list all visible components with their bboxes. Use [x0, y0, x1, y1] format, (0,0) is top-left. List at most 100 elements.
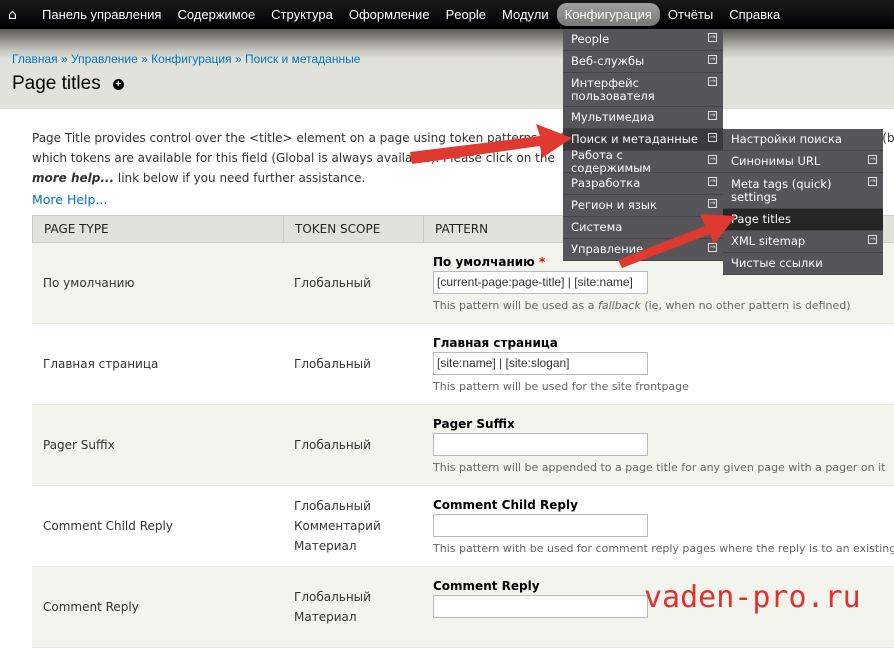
expand-arrow-icon: →: [708, 55, 717, 64]
menu-item-label: People: [571, 32, 610, 46]
toolbar-dashboard[interactable]: Панель управления: [34, 3, 169, 26]
token-scope: Глобальный: [294, 357, 371, 371]
breadcrumb: Главная » Управление » Конфигурация » По…: [12, 52, 361, 66]
breadcrumb-home[interactable]: Главная: [12, 52, 58, 66]
expand-arrow-icon: →: [868, 155, 877, 164]
desc-text-b: (ie, when no other pattern is defined): [640, 299, 851, 312]
pattern-input[interactable]: [433, 595, 648, 618]
token-scopes: Глобальный: [283, 243, 423, 323]
watermark: vaden-pro.ru: [644, 580, 861, 615]
intro-more-help: more help...: [32, 171, 115, 185]
pattern-description: This pattern with be used for comment re…: [433, 542, 894, 555]
pattern-label: Comment Child Reply: [433, 498, 894, 512]
menu-item[interactable]: Мультимедиа →: [563, 107, 723, 129]
menu-item-label: Система: [571, 220, 623, 234]
menu-item-label: Работа с содержимым: [571, 147, 651, 175]
page-type: Pager Suffix: [43, 438, 115, 452]
submenu-item-label: Page titles: [731, 212, 791, 226]
menu-item-label: Веб-службы: [571, 54, 645, 68]
breadcrumb-search-meta[interactable]: Поиск и метаданные: [245, 52, 360, 66]
desc-text: This pattern will be used for the site f…: [433, 380, 689, 393]
toolbar-people[interactable]: People: [438, 3, 494, 26]
page-header: [0, 29, 894, 109]
toolbar-content[interactable]: Содержимое: [169, 3, 263, 26]
expand-arrow-icon: →: [868, 177, 877, 186]
token-scope: Глобальный: [294, 276, 371, 290]
menu-item-label: Регион и язык: [571, 198, 657, 212]
submenu-item-label: Настройки поиска: [731, 132, 842, 146]
add-shortcut-icon[interactable]: +: [112, 78, 124, 90]
toolbar-reports[interactable]: Отчёты: [660, 3, 721, 26]
pattern-description: This pattern will be appended to a page …: [433, 461, 894, 474]
expand-arrow-icon: →: [708, 111, 717, 120]
submenu-item[interactable]: Чистые ссылки: [723, 253, 883, 275]
submenu-item-label: XML sitemap: [731, 234, 806, 248]
menu-item-label: Управление: [571, 242, 644, 256]
menu-item[interactable]: Регион и язык →: [563, 195, 723, 217]
submenu-item[interactable]: XML sitemap →: [723, 231, 883, 253]
home-icon[interactable]: ⌂: [8, 7, 34, 23]
configuration-dropdown: People → Веб-службы → Интерфейс пользователя…: [563, 29, 723, 261]
pattern-input[interactable]: [current-page:page-title] | [site:name]: [433, 271, 648, 294]
pattern-input[interactable]: [site:name] | [site:slogan]: [433, 352, 648, 375]
menu-item-label: Разработка: [571, 176, 641, 190]
pattern-label-text: Comment Reply: [433, 579, 540, 593]
header-token-scope: Token scope: [284, 216, 424, 242]
toolbar-structure[interactable]: Структура: [263, 3, 341, 26]
toolbar-modules[interactable]: Модули: [494, 3, 557, 26]
page-type: По умолчанию: [43, 276, 135, 290]
expand-arrow-icon: →: [708, 199, 717, 208]
expand-arrow-icon: →: [708, 177, 717, 186]
pattern-cell: Comment Child Reply This pattern with be…: [423, 486, 894, 566]
token-scope: Комментарий: [294, 519, 381, 533]
more-help-link[interactable]: More Help...: [32, 192, 107, 207]
table-row: Главная страница Глобальный Главная стра…: [32, 324, 894, 405]
pattern-input[interactable]: [433, 433, 648, 456]
submenu-item[interactable]: Настройки поиска: [723, 129, 883, 151]
table-row: Comment Child Reply Глобальный Комментари…: [32, 486, 894, 567]
desc-text: This pattern will be used as a: [433, 299, 598, 312]
menu-item[interactable]: Управление →: [563, 239, 723, 261]
expand-arrow-icon: →: [708, 133, 717, 142]
toolbar-help[interactable]: Справка: [721, 3, 788, 26]
intro-text-a: which tokens are available for this fiel…: [32, 151, 555, 165]
menu-item-label: Интерфейс пользователя: [571, 75, 655, 103]
pattern-input[interactable]: [433, 514, 648, 537]
search-metadata-submenu: Настройки поиска Синонимы URL → Meta tags (…: [723, 129, 883, 275]
submenu-item-label: Синонимы URL: [731, 154, 821, 168]
pattern-label-text: Comment Child Reply: [433, 498, 578, 512]
breadcrumb-config[interactable]: Конфигурация: [151, 52, 232, 66]
page-type: Comment Child Reply: [43, 519, 173, 533]
menu-item[interactable]: Разработка →: [563, 173, 723, 195]
page-title: Page titles: [12, 73, 101, 94]
pattern-description: This pattern will be used as a fallback …: [433, 299, 894, 312]
pattern-label-text: По умолчанию: [433, 255, 535, 269]
submenu-item[interactable]: Синонимы URL →: [723, 151, 883, 173]
toolbar-appearance[interactable]: Оформление: [341, 3, 438, 26]
pattern-cell: Главная страница [site:name] | [site:slo…: [423, 324, 894, 404]
page-type: Comment Reply: [43, 600, 139, 614]
page-type: Главная страница: [43, 357, 159, 371]
token-scope: Материал: [294, 610, 357, 624]
submenu-item[interactable]: Meta tags (quick) settings →: [723, 173, 883, 209]
expand-arrow-icon: →: [708, 155, 717, 164]
token-scopes: Глобальный: [283, 324, 423, 404]
menu-item-label: Мультимедиа: [571, 110, 655, 124]
menu-item[interactable]: Система: [563, 217, 723, 239]
menu-item[interactable]: People →: [563, 29, 723, 51]
pattern-description: This pattern will be used for the site f…: [433, 380, 894, 393]
pattern-label-text: Pager Suffix: [433, 417, 515, 431]
token-scopes: Глобальный: [283, 405, 423, 485]
expand-arrow-icon: →: [868, 235, 877, 244]
desc-text: This pattern with be used for comment re…: [433, 542, 894, 555]
toolbar-configuration[interactable]: Конфигурация: [556, 3, 660, 26]
expand-arrow-icon: →: [708, 243, 717, 252]
submenu-item[interactable]: Page titles: [723, 209, 883, 231]
token-scope: Глобальный: [294, 438, 371, 452]
menu-item[interactable]: Работа с содержимым →: [563, 147, 723, 175]
breadcrumb-admin[interactable]: Управление: [71, 52, 138, 66]
menu-item[interactable]: Интерфейс пользователя →: [563, 73, 723, 107]
expand-arrow-icon: →: [708, 33, 717, 42]
intro-text-c: link below if you need further assistanc…: [114, 171, 366, 185]
menu-item[interactable]: Веб-службы →: [563, 51, 723, 73]
